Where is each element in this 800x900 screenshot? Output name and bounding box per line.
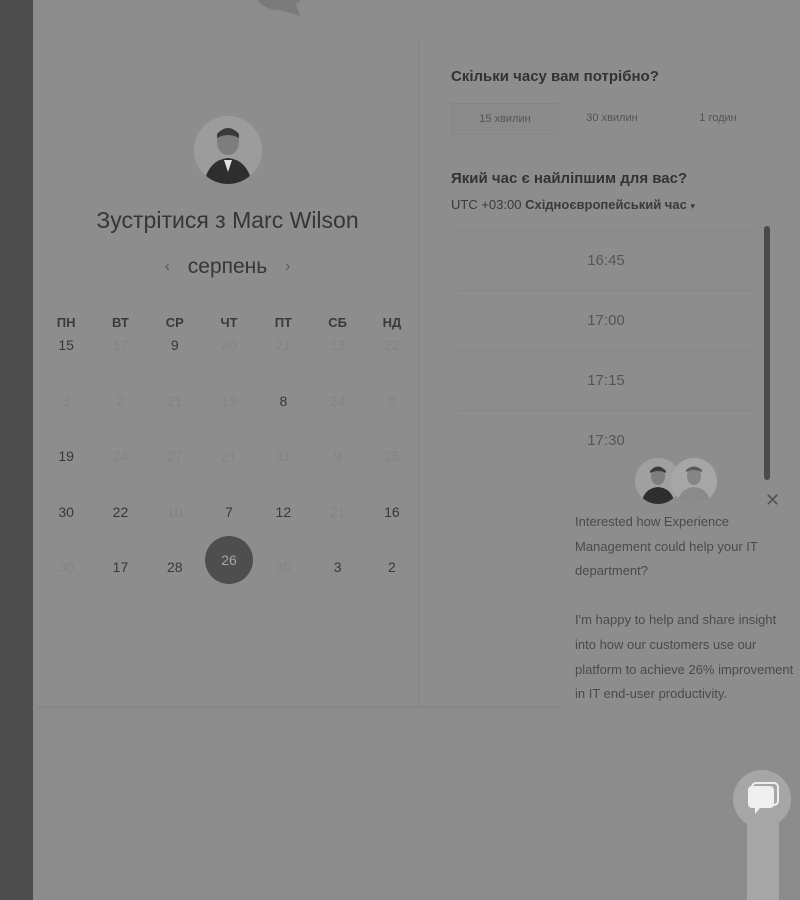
calendar-day: 27 [166, 448, 183, 464]
person-photo-icon [671, 458, 717, 504]
calendar-day-selected[interactable]: 26 [202, 536, 256, 615]
calendar-day: 3 [62, 392, 71, 409]
time-slot[interactable]: 17:00 [458, 290, 754, 350]
calendar-day[interactable]: 3 [310, 559, 364, 615]
brand-logo-icon [257, 0, 301, 16]
calendar-week: 30 17 28 26 30 3 2 [39, 536, 420, 615]
calendar-day: 22 [384, 337, 400, 353]
calendar-day[interactable]: 22 [93, 504, 147, 560]
calendar-day[interactable]: 9 [148, 337, 202, 393]
calendar-grid: ПН ВТ СР ЧТ ПТ СБ НД 15 17 9 20 21 13 22 3 2 21 19 8 24 8 19… [39, 315, 420, 615]
calendar-day: 25 [384, 448, 400, 464]
month-label: серпень [187, 255, 268, 278]
calendar-day[interactable]: 8 [256, 393, 310, 449]
calendar-day: 30 [58, 559, 74, 575]
duration-tab-60[interactable]: 1 годин [665, 103, 771, 133]
calendar-day: 11 [276, 448, 291, 464]
weekday-label: ВТ [112, 315, 129, 330]
calendar-day: 21 [275, 337, 292, 353]
chevron-left-icon[interactable]: ‹ [165, 258, 170, 276]
calendar-day: 21 [221, 448, 237, 464]
calendar-day: 21 [166, 392, 183, 409]
calendar-days: 15 17 9 20 21 13 22 3 2 21 19 8 24 8 19 24 27 21 11 9 25 30 22… [39, 337, 420, 615]
chat-agent-avatars [635, 458, 717, 506]
calendar-day[interactable]: 28 [148, 559, 202, 615]
calendar-day: 24 [329, 392, 346, 409]
timezone-offset: UTC +03:00 [451, 197, 522, 212]
timezone-name: Східноєвропейський час [525, 197, 687, 212]
weekday-header: ПН ВТ СР ЧТ ПТ СБ НД [39, 315, 420, 337]
weekday-label: ЧТ [220, 315, 238, 330]
duration-tab-30[interactable]: 30 хвилин [559, 103, 665, 133]
calendar-day[interactable]: 12 [256, 504, 310, 560]
meeting-title: Зустрітися з Marc Wilson [96, 207, 359, 233]
calendar-day[interactable]: 17 [93, 559, 147, 615]
calendar-day: 9 [333, 448, 342, 464]
agent-avatar [671, 458, 717, 504]
calendar-day: 24 [112, 448, 129, 464]
chat-message: Interested how Experience Management cou… [561, 508, 799, 713]
duration-tab-15[interactable]: 15 хвилин [451, 103, 559, 135]
calendar-day: 2 [116, 392, 125, 409]
selected-day-circle[interactable]: 26 [205, 536, 254, 584]
chevron-right-icon[interactable]: › [285, 258, 290, 276]
calendar-day[interactable]: 16 [365, 504, 419, 560]
weekday-label: ПН [56, 315, 76, 330]
calendar-day: 10 [166, 503, 183, 520]
time-slot[interactable]: 16:45 [458, 230, 754, 290]
calendar-day: 20 [221, 337, 237, 353]
calendar-day: 13 [329, 337, 346, 353]
duration-tabs: 15 хвилин 30 хвилин 1 годин [451, 103, 771, 135]
caret-down-icon: ▾ [690, 201, 695, 211]
calendar-day: 21 [329, 503, 346, 520]
calendar-day: 8 [388, 392, 396, 409]
calendar-day[interactable]: 19 [39, 448, 93, 504]
calendar-day: 30 [275, 559, 292, 575]
month-navigation: ‹ серпень › [37, 255, 418, 279]
calendar-day: 17 [112, 337, 129, 353]
calendar-day[interactable]: 2 [365, 559, 419, 615]
time-slot-list: 16:45 17:00 17:15 17:30 [458, 230, 754, 470]
calendar-week: 3 2 21 19 8 24 8 [39, 393, 420, 449]
time-question: Який час є найліпшим для вас? [451, 170, 688, 187]
time-list-scrollbar[interactable] [764, 226, 770, 480]
time-slot[interactable]: 17:15 [458, 350, 754, 410]
weekday-label: СР [165, 315, 184, 330]
duration-question: Скільки часу вам потрібно? [451, 68, 659, 85]
chat-launcher-tail [747, 820, 779, 900]
chat-message-text: Interested how Experience Management cou… [575, 514, 758, 579]
timezone-selector[interactable]: UTC +03:00 Східноєвропейський час ▾ [451, 197, 695, 212]
calendar-day[interactable]: 15 [39, 337, 93, 393]
weekday-label: ПТ [274, 315, 292, 330]
chat-message-text: I'm happy to help and share insight into… [575, 612, 794, 702]
calendar-week: 15 17 9 20 21 13 22 [39, 337, 420, 393]
calendar-day[interactable]: 30 [39, 504, 93, 560]
person-photo-icon [194, 116, 262, 184]
host-avatar [194, 116, 262, 184]
weekday-label: СБ [328, 315, 347, 330]
weekday-label: НД [382, 315, 402, 330]
calendar-week: 19 24 27 21 11 9 25 [39, 448, 420, 504]
left-sidebar-strip [0, 0, 33, 900]
calendar-day: 19 [221, 392, 237, 409]
